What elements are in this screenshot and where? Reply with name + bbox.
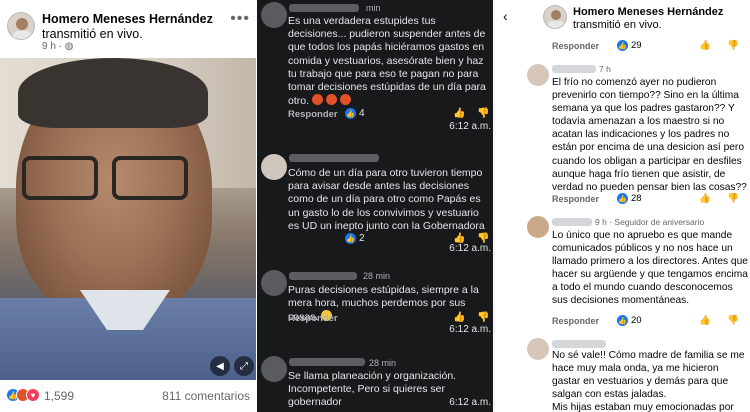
commenter-avatar[interactable] xyxy=(261,154,287,180)
like-icon: 👍 xyxy=(617,40,628,51)
light-comments-panel: ‹ Homero Meneses Hernández transmitió en… xyxy=(494,0,750,412)
reply-button[interactable]: Responder xyxy=(552,194,599,204)
commenter-avatar[interactable] xyxy=(527,64,549,86)
comment-text-continued: Mis hijas estaban muy emocionadas por xyxy=(552,402,734,412)
like-icon: 👍 xyxy=(345,233,356,244)
angry-emoji-icon xyxy=(325,94,337,106)
comment-time: 6:12 a.m. xyxy=(449,121,491,132)
like-icon: 👍 xyxy=(617,193,628,204)
reactions-icons[interactable]: 👍 ♥ xyxy=(6,388,40,402)
more-options-button[interactable]: ••• xyxy=(230,10,250,28)
reply-button[interactable]: Responder xyxy=(552,316,599,326)
anniversary-badge: · Seguidor de aniversario xyxy=(609,217,705,227)
comment-text: El frío no comenzó ayer no pudieron prev… xyxy=(552,77,747,193)
like-count[interactable]: 👍 28 xyxy=(617,193,642,204)
like-count-value: 4 xyxy=(359,108,365,119)
comment-time: 6:12 a.m. xyxy=(449,243,491,254)
dislike-outline-icon[interactable]: 👎 xyxy=(477,312,489,323)
author-avatar[interactable] xyxy=(543,5,567,29)
like-outline-icon[interactable]: 👍 xyxy=(453,312,465,323)
angry-emoji-icon xyxy=(311,94,323,106)
comment-text: No sé vale!! Cómo madre de familia se me… xyxy=(552,349,748,412)
video-glasses-right xyxy=(112,156,188,200)
commenter-avatar[interactable] xyxy=(527,216,549,238)
like-count[interactable]: 👍 2 xyxy=(345,233,365,244)
reply-button[interactable]: Responder xyxy=(288,313,338,324)
like-count[interactable]: 👍 29 xyxy=(617,40,642,51)
volume-icon[interactable]: ◀ xyxy=(210,356,230,376)
post-subtitle: transmitió en vivo. xyxy=(573,19,662,31)
commenter-avatar[interactable] xyxy=(261,2,287,28)
commenter-name-blurred[interactable] xyxy=(552,218,592,226)
author-name[interactable]: Homero Meneses Hernández xyxy=(42,12,213,26)
video-glasses-left xyxy=(22,156,98,200)
like-outline-icon[interactable]: 👍 xyxy=(699,193,711,204)
author-avatar[interactable] xyxy=(7,12,35,40)
comments-count[interactable]: 811 comentarios xyxy=(162,389,250,403)
angry-emoji-icon xyxy=(339,94,351,106)
comment-age-value: 9 h xyxy=(595,217,607,227)
globe-icon: ◍ xyxy=(64,41,74,52)
commenter-name-blurred[interactable] xyxy=(552,65,596,73)
like-count-value: 28 xyxy=(631,193,642,204)
like-count[interactable]: 👍 20 xyxy=(617,315,642,326)
like-count-value: 20 xyxy=(631,315,642,326)
dislike-outline-icon[interactable]: 👎 xyxy=(477,108,489,119)
back-button[interactable]: ‹ xyxy=(503,8,508,24)
reply-button[interactable]: Responder xyxy=(288,109,338,120)
dark-comments-panel: min Es una verdadera estupides tus decis… xyxy=(257,0,493,412)
post-footer: 👍 ♥ 1,599 811 comentarios xyxy=(0,380,256,412)
commenter-avatar[interactable] xyxy=(527,338,549,360)
author-name[interactable]: Homero Meneses Hernández xyxy=(573,6,723,18)
dislike-outline-icon[interactable]: 👎 xyxy=(727,315,739,326)
post-time: 9 h · ◍ xyxy=(42,41,74,52)
commenter-name-blurred[interactable] xyxy=(289,272,357,280)
commenter-name-blurred[interactable] xyxy=(289,358,365,366)
comment-text-body: No sé vale!! Cómo madre de familia se me… xyxy=(552,350,745,401)
comment-time: 6:12 a.m. xyxy=(449,324,491,335)
post-time-label: 9 h · xyxy=(42,41,63,52)
live-video-player[interactable]: ◀ ⤢ xyxy=(0,58,256,380)
post-subtitle: transmitió en vivo. xyxy=(42,27,143,41)
like-outline-icon[interactable]: 👍 xyxy=(453,108,465,119)
comment-text: Cómo de un día para otro tuvieron tiempo… xyxy=(288,167,485,232)
like-count-value: 29 xyxy=(631,40,642,51)
like-icon: 👍 xyxy=(617,315,628,326)
like-count-value: 2 xyxy=(359,233,365,244)
like-count[interactable]: 👍 4 xyxy=(345,108,365,119)
reactions-count[interactable]: 1,599 xyxy=(44,389,74,403)
comment-text: Es una verdadera estupides tus decisione… xyxy=(288,15,488,108)
post-header: Homero Meneses Hernández transmitió en v… xyxy=(0,0,256,58)
like-outline-icon[interactable]: 👍 xyxy=(699,315,711,326)
commenter-name-blurred[interactable] xyxy=(289,4,359,12)
commenter-name-blurred[interactable] xyxy=(289,154,379,162)
reply-button[interactable]: Responder xyxy=(552,41,599,51)
like-icon: 👍 xyxy=(345,108,356,119)
comment-age: 28 min xyxy=(369,358,397,368)
comment-age: 28 min xyxy=(363,271,391,281)
comment-age: 7 h xyxy=(599,64,611,74)
video-person-hair xyxy=(18,58,208,128)
commenter-avatar[interactable] xyxy=(261,270,287,296)
comment-time: 6:12 a.m. xyxy=(449,397,491,408)
comment-age: min xyxy=(366,3,381,13)
fullscreen-icon[interactable]: ⤢ xyxy=(234,356,254,376)
commenter-name-blurred[interactable] xyxy=(552,340,606,348)
love-reaction-icon: ♥ xyxy=(26,388,40,402)
comment-text: Lo único que no apruebo es que mande com… xyxy=(552,230,748,307)
comment-age: 9 h · Seguidor de aniversario xyxy=(595,217,704,227)
dislike-outline-icon[interactable]: 👎 xyxy=(727,193,739,204)
like-outline-icon[interactable]: 👍 xyxy=(699,40,711,51)
dislike-outline-icon[interactable]: 👎 xyxy=(727,40,739,51)
commenter-avatar[interactable] xyxy=(261,356,287,382)
live-post-panel: Homero Meneses Hernández transmitió en v… xyxy=(0,0,256,412)
